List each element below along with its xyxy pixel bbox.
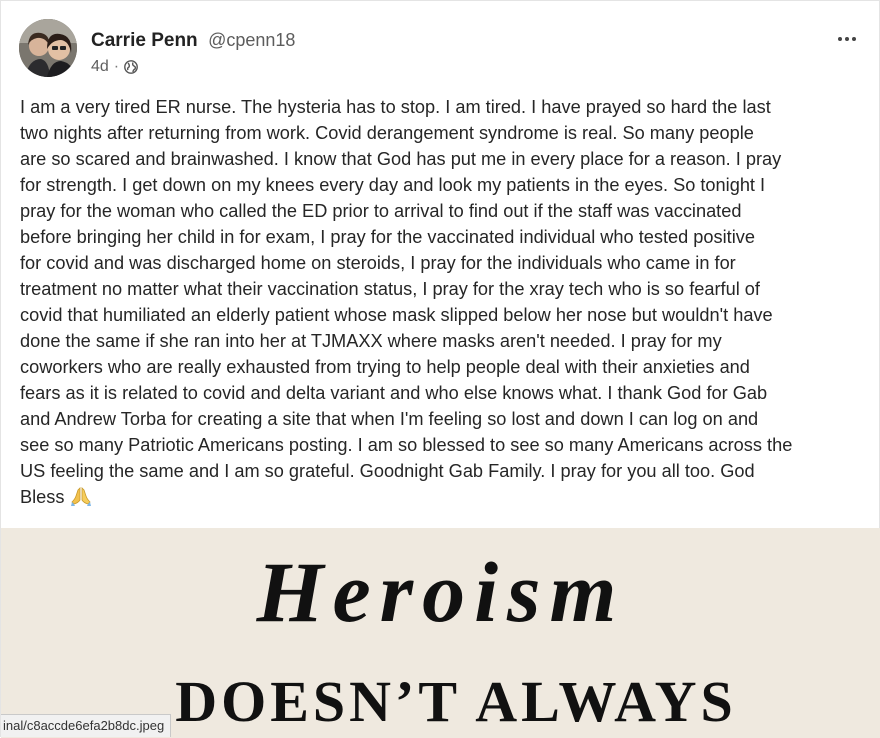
post-text-line: coworkers who are really exhausted from … bbox=[20, 357, 750, 377]
author-handle[interactable]: @cpenn18 bbox=[208, 30, 295, 50]
post-text-line: for strength. I get down on my knees eve… bbox=[20, 175, 766, 195]
post-text-line: done the same if she ran into her at TJM… bbox=[20, 331, 722, 351]
post-text-line: covid that humiliated an elderly patient… bbox=[20, 305, 773, 325]
author-row: Carrie Penn @cpenn18 bbox=[91, 30, 295, 52]
post-text-line: I am a very tired ER nurse. The hysteria… bbox=[20, 97, 771, 117]
globe-icon bbox=[124, 60, 139, 74]
post-text-line: are so scared and brainwashed. I know th… bbox=[20, 149, 782, 169]
post-text-line: two nights after returning from work. Co… bbox=[20, 123, 754, 143]
post-text-line: see so many Patriotic Americans posting.… bbox=[20, 435, 793, 455]
post-timestamp[interactable]: 4d bbox=[91, 58, 109, 76]
author-display-name[interactable]: Carrie Penn bbox=[91, 30, 198, 51]
post-text-line: for covid and was discharged home on ste… bbox=[20, 253, 736, 273]
post-text-line: fears as it is related to covid and delt… bbox=[20, 383, 768, 403]
more-options-icon bbox=[838, 37, 842, 41]
avatar-photo bbox=[19, 19, 77, 77]
praying-hands-icon bbox=[70, 486, 92, 506]
more-options-dot bbox=[852, 37, 856, 41]
post-body: I am a very tired ER nurse. The hysteria… bbox=[20, 94, 865, 510]
post-text-line: US feeling the same and I am so grateful… bbox=[20, 461, 755, 481]
more-options-dot bbox=[845, 37, 849, 41]
post-meta: 4d · bbox=[91, 58, 139, 76]
meta-separator: · bbox=[113, 58, 120, 75]
avatar[interactable] bbox=[19, 19, 77, 77]
post-text-line: pray for the woman who called the ED pri… bbox=[20, 201, 742, 221]
more-options-button[interactable] bbox=[831, 25, 863, 53]
post-text-line: treatment no matter what their vaccinati… bbox=[20, 279, 760, 299]
post-text-line: and Andrew Torba for creating a site tha… bbox=[20, 409, 759, 429]
post-header: Carrie Penn @cpenn18 4d · bbox=[19, 19, 863, 79]
post-image[interactable]: Heroism DOESN’T ALWAYS bbox=[1, 528, 880, 738]
post-card: Carrie Penn @cpenn18 4d · I am a very ti… bbox=[0, 0, 880, 738]
post-text-line: before bringing her child in for exam, I… bbox=[20, 227, 755, 247]
image-title-text: Heroism bbox=[256, 544, 626, 640]
status-bar-url: inal/c8accde6efa2b8dc.jpeg bbox=[1, 714, 172, 737]
post-text-last-line: Bless bbox=[20, 484, 865, 510]
post-text-line: Bless bbox=[20, 487, 65, 507]
